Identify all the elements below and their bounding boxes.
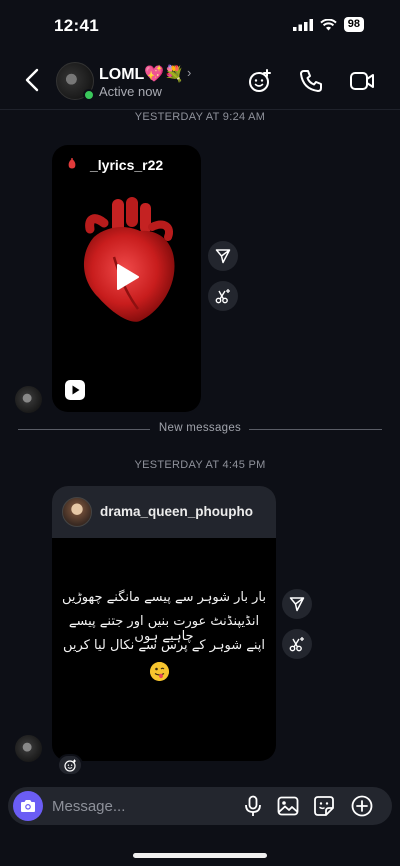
phone-icon[interactable]: [298, 68, 324, 94]
battery-indicator: 98: [343, 17, 364, 32]
scissors-sparkle-icon: [215, 289, 230, 304]
plus-circle-icon[interactable]: [351, 795, 373, 817]
chevron-right-icon[interactable]: ›: [187, 65, 191, 80]
post-body: بار بار شوہر سے پیسے مانگنے چھوڑیں انڈیپ…: [52, 538, 276, 761]
post-text-line: اپنے شوہر کے پرس سے نکال لیا کریں: [63, 638, 265, 653]
video-camera-icon[interactable]: [349, 68, 375, 94]
scissors-sparkle-icon: [289, 637, 304, 652]
anatomical-heart-image: [83, 197, 175, 322]
shared-reel-card[interactable]: _lyrics_r22: [52, 145, 201, 412]
new-messages-divider: New messages: [18, 421, 382, 437]
divider-line-right: [249, 429, 382, 430]
new-messages-label: New messages: [158, 422, 242, 434]
send-icon: [289, 597, 305, 612]
timestamp: YESTERDAY AT 9:24 AM: [134, 111, 266, 123]
sticker-icon[interactable]: [313, 795, 335, 817]
back-chevron-icon[interactable]: [20, 67, 46, 93]
post-header[interactable]: drama_queen_phoupho: [52, 486, 276, 538]
home-indicator[interactable]: [133, 853, 267, 858]
heart-profile-icon: [68, 158, 76, 169]
chat-header: LOML💖💐 › Active now: [0, 50, 400, 110]
effects-sticker-icon[interactable]: [247, 68, 273, 94]
shared-post-card[interactable]: drama_queen_phoupho بار بار شوہر سے پیسے…: [52, 486, 276, 761]
winking-tongue-emoji-icon: [150, 662, 169, 681]
share-button[interactable]: [208, 241, 238, 271]
sender-avatar[interactable]: [15, 386, 42, 413]
timestamp: YESTERDAY AT 4:45 PM: [134, 459, 266, 471]
contact-avatar[interactable]: [56, 62, 95, 101]
remix-button[interactable]: [208, 281, 238, 311]
message-composer: [8, 787, 392, 825]
wifi-icon: [320, 18, 337, 30]
add-reaction-icon: [63, 759, 76, 772]
reel-username[interactable]: _lyrics_r22: [90, 157, 163, 173]
send-icon: [215, 249, 231, 264]
share-button[interactable]: [282, 589, 312, 619]
remix-button[interactable]: [282, 629, 312, 659]
status-bar: 12:41 98: [0, 0, 400, 50]
microphone-icon[interactable]: [242, 795, 264, 817]
contact-name[interactable]: LOML💖💐: [99, 64, 184, 84]
play-icon[interactable]: [114, 263, 140, 291]
cellular-signal-icon: [292, 18, 313, 31]
status-time: 12:41: [54, 16, 99, 35]
reels-icon: [65, 380, 85, 400]
post-author-avatar[interactable]: [62, 497, 92, 527]
contact-status: Active now: [99, 84, 162, 99]
add-reaction-button[interactable]: [57, 754, 83, 776]
gallery-icon[interactable]: [277, 795, 299, 817]
online-indicator: [83, 89, 95, 101]
status-icons: 98: [292, 17, 364, 32]
post-text-line: بار بار شوہر سے پیسے مانگنے چھوڑیں: [62, 590, 266, 605]
camera-button[interactable]: [13, 791, 43, 821]
camera-icon: [21, 800, 35, 812]
post-username[interactable]: drama_queen_phoupho: [100, 504, 253, 519]
message-input[interactable]: [52, 787, 232, 825]
sender-avatar[interactable]: [15, 735, 42, 762]
